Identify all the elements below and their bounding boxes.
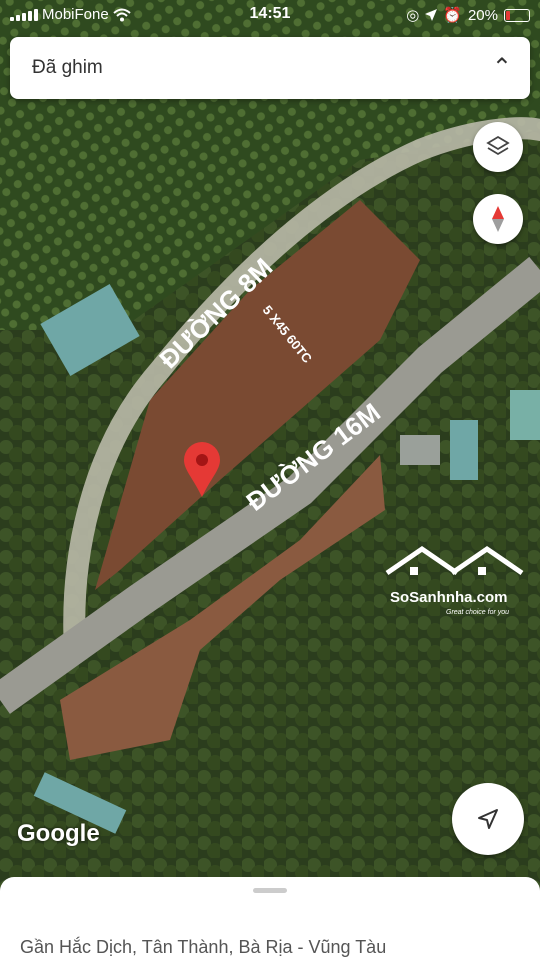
place-address: Gần Hắc Dịch, Tân Thành, Bà Rịa - Vũng T…: [20, 937, 387, 957]
sheet-drag-handle[interactable]: [253, 888, 287, 893]
status-bar: MobiFone 14:51 ◎ ⏰ 20%: [0, 0, 540, 30]
alarm-icon: ⏰: [443, 7, 462, 24]
compass-button[interactable]: [473, 194, 523, 244]
google-attribution: Google: [17, 820, 100, 847]
battery-icon: [504, 8, 530, 22]
location-arrow-icon: [425, 9, 438, 21]
rotation-lock-icon: ◎: [406, 7, 420, 24]
layers-icon: [486, 135, 510, 156]
watermark: SoSanhnha.com Great choice for you: [382, 545, 532, 625]
my-location-icon: [478, 809, 498, 829]
search-bar[interactable]: Đã ghim ⌃: [10, 37, 530, 99]
search-text: Đã ghim: [32, 57, 103, 78]
battery-percent: 20%: [467, 6, 498, 24]
layers-button[interactable]: [473, 122, 523, 172]
my-location-button[interactable]: [452, 783, 524, 855]
chevron-up-icon[interactable]: ⌃: [492, 53, 512, 82]
compass-icon: [492, 206, 504, 232]
house-logo-icon: [385, 545, 524, 576]
place-sheet[interactable]: Gần Hắc Dịch, Tân Thành, Bà Rịa - Vũng T…: [0, 877, 540, 960]
watermark-tagline: Great choice for you: [446, 609, 510, 616]
watermark-brand: SoSanhnha.com: [390, 589, 508, 606]
